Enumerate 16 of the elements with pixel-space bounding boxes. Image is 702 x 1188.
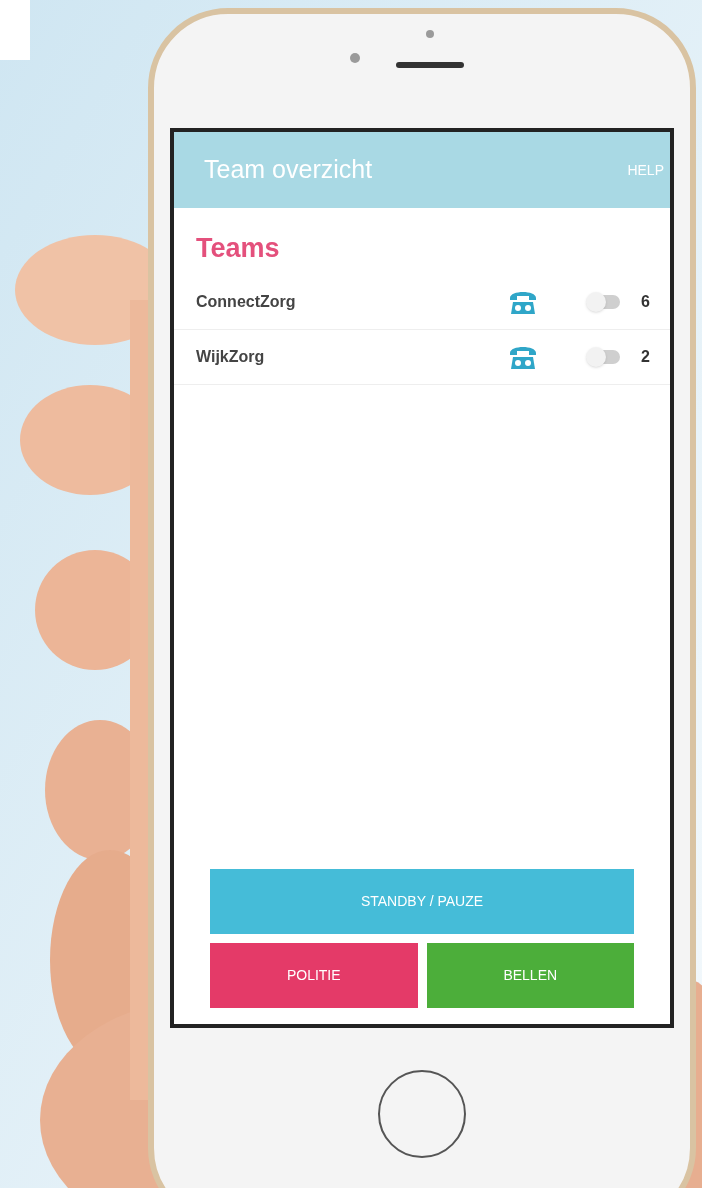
help-button[interactable]: HELP — [627, 159, 664, 181]
sensor-icon — [426, 30, 434, 38]
header-title: Team overzicht — [204, 154, 373, 186]
camera-icon — [350, 53, 360, 63]
police-button[interactable]: POLITIE — [210, 943, 418, 1008]
team-count: 6 — [640, 291, 650, 312]
section-title: Teams — [195, 232, 281, 265]
team-toggle[interactable] — [588, 294, 620, 309]
call-button[interactable]: BELLEN — [426, 943, 634, 1008]
team-toggle[interactable] — [588, 349, 620, 364]
standby-button[interactable]: STANDBY / PAUZE — [210, 869, 634, 934]
home-button[interactable] — [378, 1070, 466, 1158]
speaker-icon — [396, 62, 464, 68]
team-name: WijkZorg — [196, 346, 266, 367]
team-name: ConnectZorg — [196, 291, 297, 312]
team-count: 2 — [640, 346, 650, 367]
